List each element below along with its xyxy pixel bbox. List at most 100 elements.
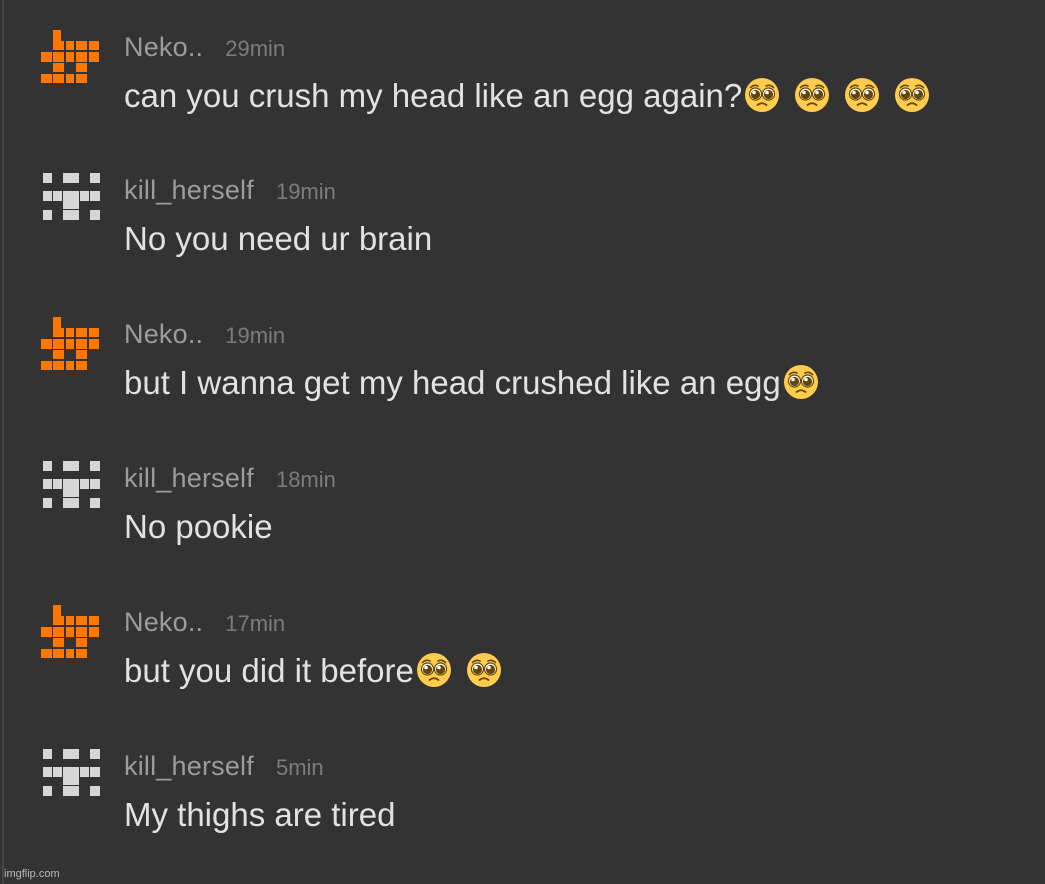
avatar-pixel xyxy=(76,41,87,50)
avatar-pixel xyxy=(63,479,79,489)
avatar-pixel xyxy=(53,350,64,359)
timestamp: 19min xyxy=(225,323,286,348)
pleading-face-emoji xyxy=(416,653,451,687)
timestamp: 29min xyxy=(225,36,286,61)
avatar-pixel xyxy=(53,339,64,349)
white-pixel-avatar[interactable] xyxy=(40,461,104,525)
avatar-pixel xyxy=(66,649,74,658)
avatar-pixel xyxy=(53,479,62,489)
avatar-pixel xyxy=(41,649,52,658)
avatar-pixel xyxy=(41,627,52,637)
avatar-pixel xyxy=(90,749,100,759)
avatar-pixel xyxy=(43,767,52,777)
message-text: My thighs are tired xyxy=(124,795,395,835)
avatar-pixel xyxy=(90,479,100,489)
message-item: Neko.. 29min can you crush my head like a… xyxy=(0,30,1045,174)
orange-pixel-avatar[interactable] xyxy=(40,605,104,669)
avatar-pixel xyxy=(76,52,87,62)
avatar-pixel xyxy=(63,749,79,759)
message-meta: Neko.. 29min xyxy=(124,32,285,66)
timestamp: 18min xyxy=(275,467,336,492)
pleading-face-emoji xyxy=(466,653,501,687)
avatar-pixel xyxy=(66,616,74,625)
avatar-pixel xyxy=(43,498,52,508)
username[interactable]: kill_herself xyxy=(124,463,254,493)
avatar-pixel xyxy=(76,74,87,83)
avatar-pixel xyxy=(63,498,79,508)
emoji-group xyxy=(414,652,502,689)
username[interactable]: Neko.. xyxy=(124,607,203,637)
message-meta: kill_herself 18min xyxy=(124,463,336,497)
avatar-pixel xyxy=(90,191,100,201)
avatar-pixel xyxy=(41,339,52,349)
avatar-pixel xyxy=(89,339,99,349)
username[interactable]: kill_herself xyxy=(124,175,254,205)
avatar-pixel xyxy=(63,191,79,201)
avatar-pixel xyxy=(53,616,64,625)
avatar-pixel xyxy=(80,479,89,489)
avatar-pixel xyxy=(76,627,87,637)
avatar-pixel xyxy=(53,30,61,41)
avatar-pixel xyxy=(66,41,74,50)
white-pixel-avatar[interactable] xyxy=(40,749,104,813)
message-item: kill_herself 18min No pookie xyxy=(0,461,1045,605)
timestamp: 17min xyxy=(225,611,286,636)
username[interactable]: kill_herself xyxy=(124,751,254,781)
avatar-pixel xyxy=(63,173,79,183)
message-item: Neko.. 19min but I wanna get my head crus… xyxy=(0,317,1045,461)
avatar-pixel xyxy=(63,461,79,471)
pleading-face-emoji xyxy=(845,78,880,112)
avatar-pixel xyxy=(80,767,89,777)
avatar-pixel xyxy=(53,361,64,370)
avatar-pixel xyxy=(76,649,87,658)
avatar-pixel xyxy=(90,767,100,777)
avatar-pixel xyxy=(43,461,52,471)
avatar-pixel xyxy=(53,41,64,50)
avatar-pixel xyxy=(76,350,87,359)
message-text: No you need ur brain xyxy=(124,219,432,259)
avatar-pixel xyxy=(43,173,52,183)
pleading-face-emoji xyxy=(745,78,780,112)
avatar-pixel xyxy=(66,361,74,370)
message-body: No pookie xyxy=(124,508,273,545)
avatar-pixel xyxy=(53,649,64,658)
avatar-pixel xyxy=(66,339,74,349)
orange-pixel-avatar[interactable] xyxy=(40,30,104,94)
avatar-pixel xyxy=(90,461,100,471)
avatar-pixel xyxy=(76,328,87,337)
watermark: imgflip.com xyxy=(4,868,60,880)
avatar-pixel xyxy=(90,210,100,220)
avatar-pixel xyxy=(43,786,52,796)
message-body: No you need ur brain xyxy=(124,220,433,257)
avatar-pixel xyxy=(63,489,79,497)
message-item: Neko.. 17min but you did it before xyxy=(0,605,1045,749)
avatar-pixel xyxy=(76,63,87,72)
avatar-pixel xyxy=(63,210,79,220)
avatar-pixel xyxy=(66,52,74,62)
white-pixel-avatar[interactable] xyxy=(40,173,104,237)
timestamp: 5min xyxy=(275,755,324,780)
avatar-pixel xyxy=(53,317,61,328)
avatar-pixel xyxy=(89,41,99,50)
avatar-pixel xyxy=(63,786,79,796)
pleading-face-emoji xyxy=(795,78,830,112)
avatar-pixel xyxy=(53,767,62,777)
avatar-pixel xyxy=(89,328,99,337)
message-body: can you crush my head like an egg again? xyxy=(124,77,743,114)
avatar-pixel xyxy=(41,52,52,62)
emoji-group xyxy=(781,364,819,401)
avatar-pixel xyxy=(53,328,64,337)
emoji-group xyxy=(742,77,930,114)
avatar-pixel xyxy=(53,74,64,83)
message-body: My thighs are tired xyxy=(124,796,396,833)
username[interactable]: Neko.. xyxy=(124,319,203,349)
orange-pixel-avatar[interactable] xyxy=(40,317,104,381)
avatar-pixel xyxy=(43,191,52,201)
username[interactable]: Neko.. xyxy=(124,32,203,62)
avatar-pixel xyxy=(63,201,79,209)
avatar-pixel xyxy=(63,767,79,777)
avatar-pixel xyxy=(66,627,74,637)
avatar-pixel xyxy=(53,52,64,62)
pleading-face-emoji xyxy=(895,78,930,112)
message-text: but you did it before xyxy=(124,651,502,691)
